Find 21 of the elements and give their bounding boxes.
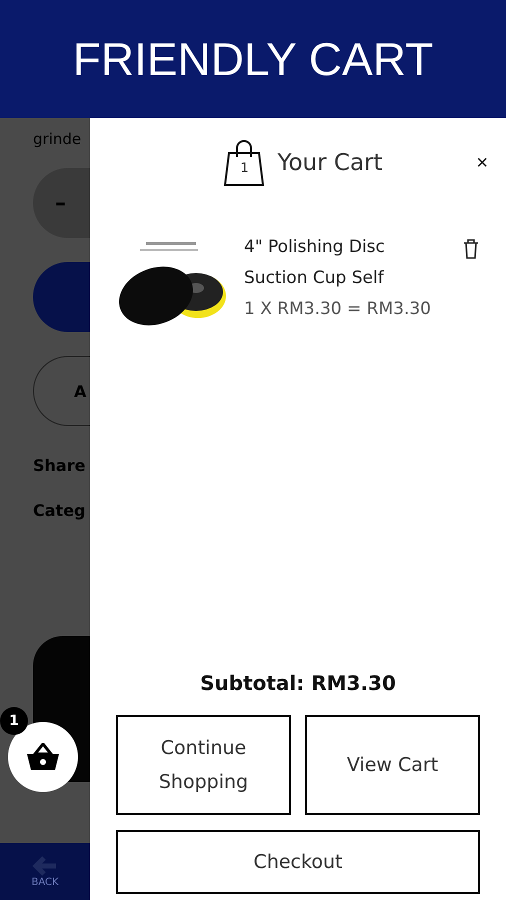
shopping-bag-icon [223, 139, 266, 187]
item-price: 1 X RM3.30 = RM3.30 [244, 298, 432, 321]
item-name: 4" Polishing Disc [244, 236, 386, 259]
subtotal: Subtotal: RM3.30 [199, 671, 397, 695]
header-title: FRIENDLY CART [72, 32, 434, 86]
cart-count-badge: 1 [0, 707, 28, 735]
cart-action-button[interactable]: View Cart [305, 715, 480, 815]
cart-action-button[interactable]: Continue Shopping [116, 715, 291, 815]
cart-count: 1 [239, 161, 250, 176]
back-arrow-icon [32, 855, 58, 877]
checkout-button[interactable]: Checkout [116, 830, 480, 894]
back-button[interactable]: BACK [0, 843, 90, 900]
share-label: Share [33, 456, 86, 475]
item-name: Suction Cup Self [244, 267, 385, 290]
description-text: grinde [33, 130, 82, 148]
cart-title: Your Cart [277, 150, 383, 176]
basket-icon [26, 743, 60, 771]
close-button[interactable]: × [472, 150, 492, 177]
category-label: Categ [33, 501, 86, 520]
delete-button[interactable] [462, 238, 480, 260]
trash-icon [462, 238, 480, 260]
